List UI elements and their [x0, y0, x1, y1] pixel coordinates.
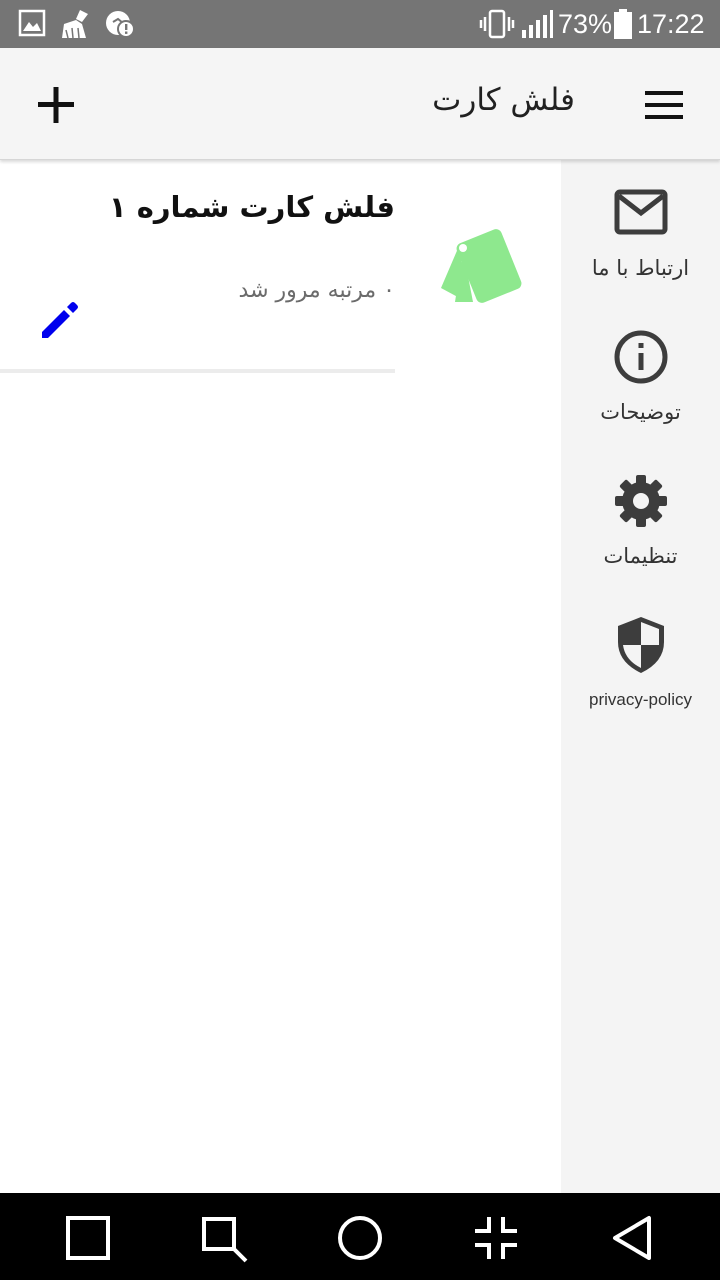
drawer-item-label: ارتباط با ما [591, 256, 690, 280]
card-divider [0, 369, 395, 373]
flashcards-icon [433, 228, 523, 312]
system-nav-bar [0, 1193, 720, 1280]
side-drawer: ارتباط با ما توضیحات تنظیمات privacy-pol… [561, 160, 720, 1193]
app-bar: فلش کارت [0, 48, 720, 160]
screenshot-icon [202, 1217, 248, 1263]
collapse-button[interactable] [469, 1211, 523, 1265]
home-button[interactable] [333, 1211, 387, 1265]
card-review-count: ۰ مرتبه مرور شد [238, 278, 395, 303]
flashcard-list-item[interactable]: فلش کارت شماره ۱ ۰ مرتبه مرور شد [0, 160, 561, 375]
messenger-icon [104, 8, 138, 44]
vibrate-icon [478, 8, 516, 44]
screenshot-button[interactable] [196, 1211, 250, 1265]
drawer-item-settings[interactable]: تنظیمات [561, 472, 720, 602]
collapse-icon [475, 1217, 517, 1259]
card-title: فلش کارت شماره ۱ [108, 190, 395, 224]
gear-icon [612, 472, 670, 534]
hamburger-menu-icon [645, 91, 683, 119]
app-title: فلش کارت [432, 82, 575, 118]
menu-button[interactable] [633, 83, 693, 127]
drawer-item-description[interactable]: توضیحات [561, 328, 720, 458]
recent-apps-button[interactable] [61, 1211, 115, 1265]
status-bar: 73% 17:22 [0, 0, 720, 48]
back-button[interactable] [605, 1211, 659, 1265]
pencil-icon [42, 302, 78, 338]
drawer-item-label: privacy-policy [589, 690, 692, 709]
mail-icon [613, 188, 669, 240]
screen: 73% 17:22 فلش کارت فلش کارت شماره ۱ ۰ مر… [0, 0, 720, 1280]
shield-icon [615, 614, 667, 680]
add-button[interactable] [26, 78, 86, 132]
battery-percent: 73% [558, 9, 613, 39]
gallery-icon [18, 8, 46, 42]
drawer-item-privacy-policy[interactable]: privacy-policy [561, 614, 720, 744]
recent-apps-icon [66, 1216, 110, 1260]
drawer-item-label: تنظیمات [603, 544, 678, 568]
home-icon [338, 1216, 382, 1260]
drawer-item-contact[interactable]: ارتباط با ما [561, 188, 720, 318]
drawer-item-label: توضیحات [600, 400, 681, 424]
info-icon [612, 328, 670, 390]
status-time: 17:22 [637, 9, 705, 39]
plus-icon [38, 87, 74, 123]
signal-icon [520, 8, 554, 44]
back-icon [613, 1216, 651, 1260]
edit-button[interactable] [36, 296, 84, 344]
battery-icon [612, 8, 634, 44]
cleaner-icon [58, 8, 92, 44]
